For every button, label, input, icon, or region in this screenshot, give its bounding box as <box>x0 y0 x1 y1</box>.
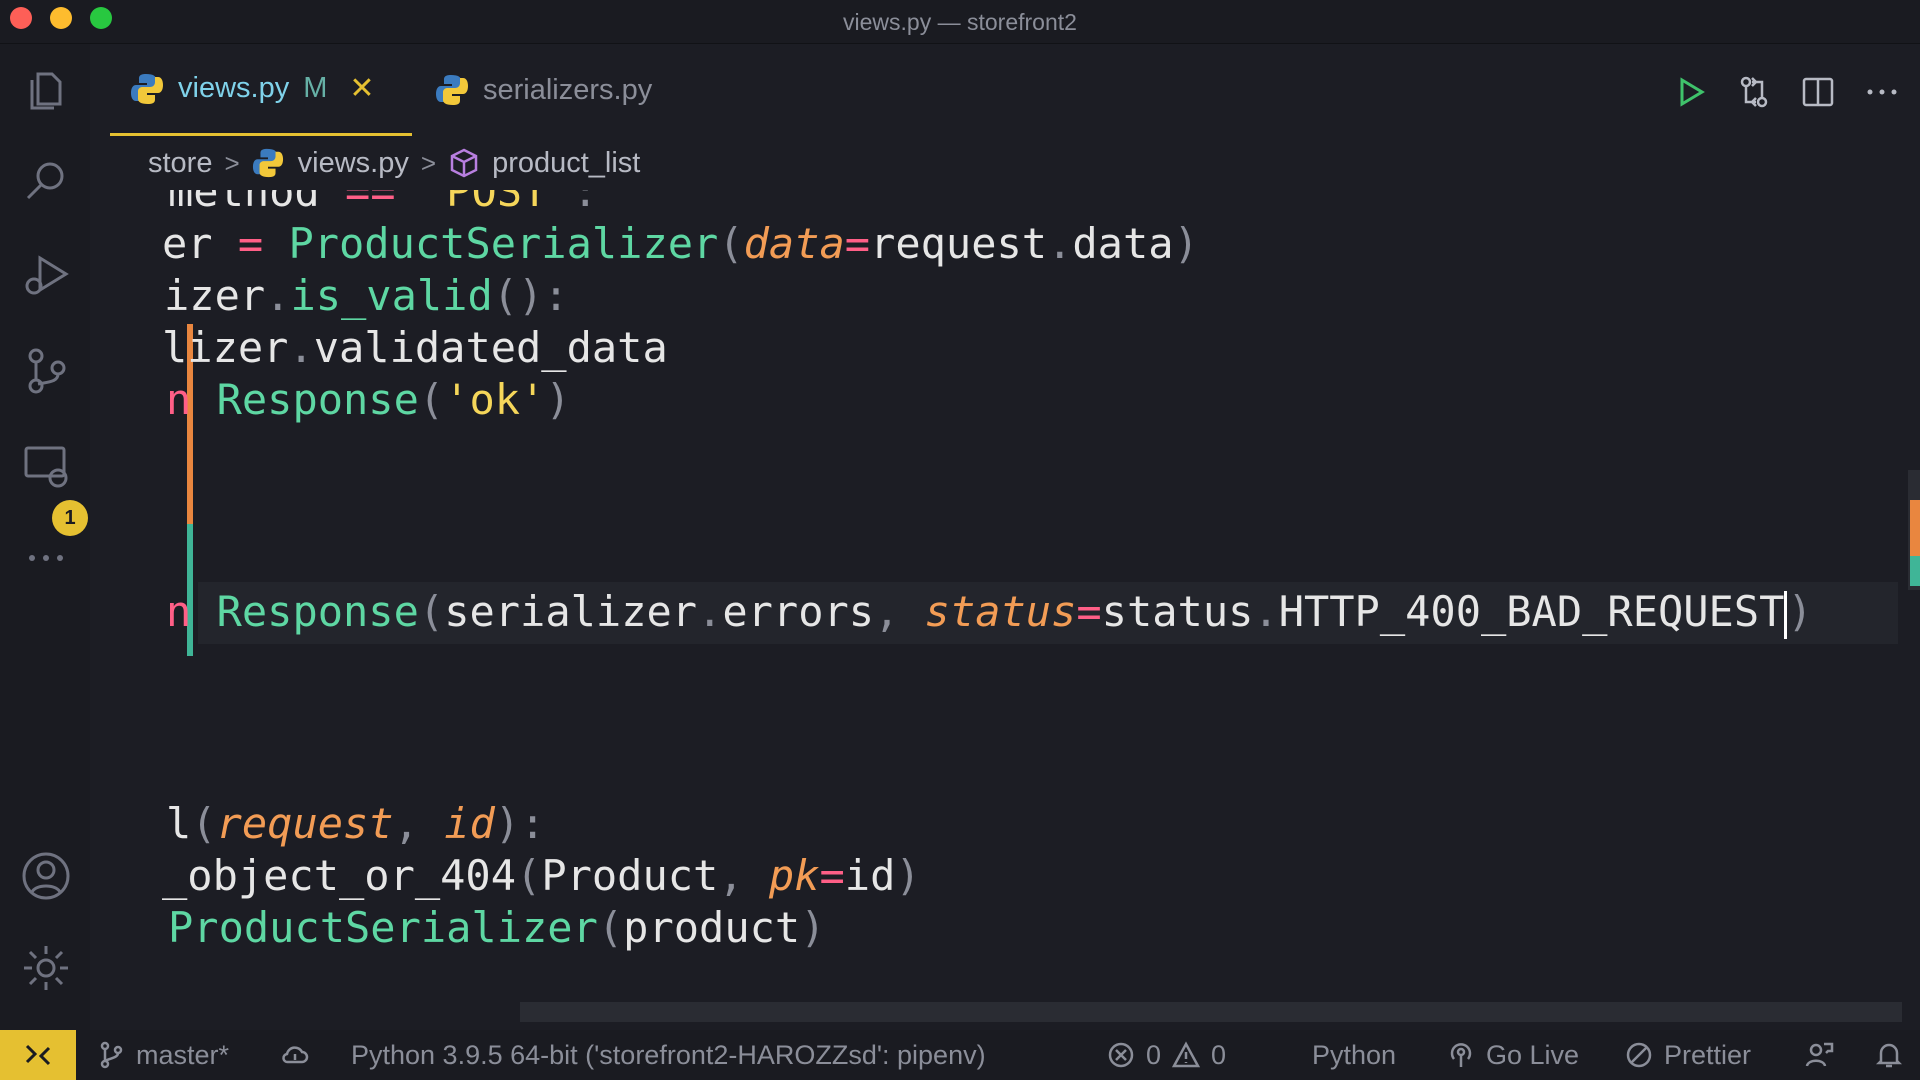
prettier-status[interactable]: Prettier <box>1624 1030 1751 1080</box>
bell-icon <box>1875 1043 1903 1068</box>
broadcast-icon <box>1450 1043 1472 1067</box>
python-file-icon <box>252 148 283 178</box>
breadcrumb-folder[interactable]: store <box>148 147 212 180</box>
code-line: l(request, id): <box>166 799 546 848</box>
go-live-button[interactable]: Go Live <box>1446 1030 1579 1080</box>
notifications-button[interactable] <box>1874 1030 1914 1080</box>
more-actions-icon[interactable] <box>1864 74 1900 110</box>
python-file-icon <box>131 73 163 104</box>
error-icon <box>1108 1042 1134 1068</box>
python-interpreter-status[interactable]: Python 3.9.5 64-bit ('storefront2-HAROZZ… <box>351 1030 986 1080</box>
editor-toolbar <box>1672 74 1900 110</box>
breadcrumb-file[interactable]: views.py <box>298 147 409 180</box>
branch-status[interactable]: master* <box>96 1030 229 1080</box>
breadcrumb: store > views.py > product_list <box>148 140 640 186</box>
feedback-button[interactable] <box>1804 1030 1844 1080</box>
remote-icon <box>25 1044 51 1066</box>
tab-serializers-py[interactable]: serializers.py <box>435 44 652 136</box>
code-line: er = ProductSerializer(data=request.data… <box>162 219 1199 268</box>
tab-bar: views.py M ✕ serializers.py <box>90 44 1920 136</box>
chevron-right-icon: > <box>420 147 437 178</box>
modified-indicator: M <box>303 72 328 104</box>
warning-icon <box>1171 1041 1201 1068</box>
code-line: izer.is_valid(): <box>164 271 569 320</box>
settings-gear-icon[interactable] <box>20 942 72 994</box>
source-control-icon[interactable] <box>20 344 72 396</box>
tab-views-py[interactable]: views.py M ✕ <box>110 44 412 136</box>
run-file-icon[interactable] <box>1672 74 1708 110</box>
window-title: views.py — storefront2 <box>843 9 1077 35</box>
activity-bar: 1 <box>0 44 90 1030</box>
code-line: ProductSerializer(product) <box>168 903 826 952</box>
language-mode[interactable]: Python <box>1312 1030 1396 1080</box>
problems-status[interactable]: 0 0 <box>1106 1030 1226 1080</box>
overview-ruler-added <box>1910 556 1920 586</box>
python-file-icon <box>436 75 468 105</box>
scm-badge: 1 <box>52 500 88 536</box>
code-line: _object_or_404(Product, pk=id) <box>162 851 921 900</box>
git-branch-icon <box>100 1041 123 1069</box>
search-icon[interactable] <box>20 156 72 208</box>
account-icon[interactable] <box>20 850 72 902</box>
code-line: lizer.validated_data <box>162 323 668 372</box>
title-bar: views.py — storefront2 <box>0 0 1920 44</box>
method-cube-icon <box>450 148 478 178</box>
code-line: n Response('ok') <box>166 375 571 424</box>
overview-ruler-modified <box>1910 500 1920 556</box>
chevron-right-icon: > <box>224 147 240 178</box>
more-icon[interactable] <box>20 532 72 584</box>
vscode-window: views.py — storefront2 1 views.py M ✕ se… <box>0 0 1920 1080</box>
breadcrumb-symbol[interactable]: product_list <box>492 147 640 180</box>
prettier-icon <box>1626 1042 1652 1068</box>
run-debug-icon[interactable] <box>20 248 72 300</box>
split-editor-icon[interactable] <box>1800 74 1836 110</box>
tab-label: serializers.py <box>483 73 653 106</box>
compare-changes-icon[interactable] <box>1736 74 1772 110</box>
code-line-current: n Response(serializer.errors, status=sta… <box>166 582 1813 642</box>
cloud-sync-icon <box>282 1046 309 1064</box>
remote-indicator-button[interactable] <box>0 1030 76 1080</box>
status-bar: master* Python 3.9.5 64-bit ('storefront… <box>0 1030 1920 1080</box>
feedback-person-icon <box>1805 1042 1834 1067</box>
tab-label: views.py <box>178 72 290 104</box>
remote-explorer-icon[interactable] <box>20 440 72 492</box>
explorer-icon[interactable] <box>20 64 72 116</box>
sync-status[interactable] <box>280 1030 320 1080</box>
horizontal-scrollbar[interactable] <box>520 1002 1902 1022</box>
close-tab-icon[interactable]: ✕ <box>349 71 374 106</box>
code-editor[interactable]: method == 'POST': er = ProductSerializer… <box>90 190 1920 1028</box>
